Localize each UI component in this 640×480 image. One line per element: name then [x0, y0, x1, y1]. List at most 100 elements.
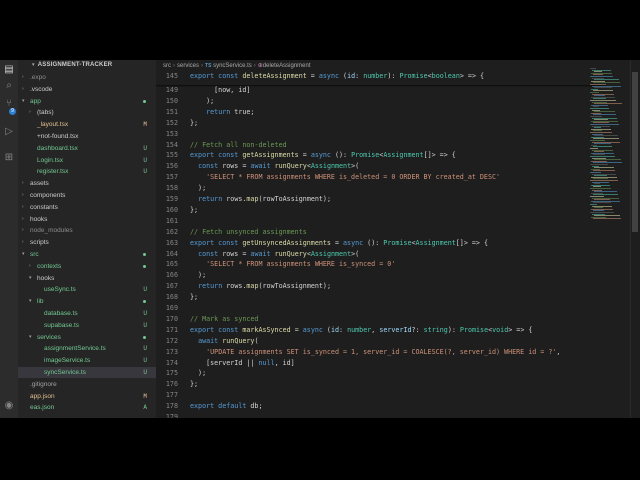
folder-item[interactable]: › .expo — [18, 72, 156, 83]
line-number: 176 — [165, 380, 178, 389]
file-item[interactable]: assignmentService.ts U — [18, 343, 156, 354]
code-line[interactable]: 152}; — [156, 118, 606, 129]
code-line[interactable]: 176}; — [156, 379, 606, 390]
run-debug-icon[interactable]: ▷ — [3, 126, 15, 138]
code-text: await runQuery( — [198, 336, 259, 345]
git-status-dot-icon — [143, 99, 146, 103]
code-line[interactable]: 170 // Mark as synced — [156, 314, 606, 325]
code-line[interactable]: 153 — [156, 129, 606, 140]
breadcrumb-part-src[interactable]: src — [163, 63, 171, 69]
file-item[interactable]: .gitignore — [18, 379, 156, 390]
code-line[interactable]: 162 // Fetch unsynced assignments — [156, 227, 606, 238]
search-icon[interactable]: ⌕ — [3, 80, 15, 92]
account-icon[interactable]: ◉ — [3, 400, 15, 412]
file-item[interactable]: eas.json A — [18, 402, 156, 413]
file-item[interactable]: +not-found.tsx — [18, 131, 156, 142]
folder-item[interactable]: › (tabs) — [18, 107, 156, 118]
chevron-right-icon: › — [253, 63, 256, 69]
tree-item-label: +not-found.tsx — [37, 133, 79, 140]
code-line[interactable]: 161 — [156, 216, 606, 227]
explorer-title[interactable]: ▾ ASSIGNMENT-TRACKER — [32, 62, 112, 68]
files-icon[interactable]: ▤ — [3, 64, 15, 76]
tree-item-label: useSync.ts — [44, 286, 76, 294]
file-item[interactable]: dashboard.tsx U — [18, 143, 156, 154]
breadcrumb-symbol[interactable]: deleteAssignment — [263, 63, 311, 69]
code-text: }; — [190, 205, 199, 214]
file-item[interactable]: register.tsx U — [18, 166, 156, 177]
file-item[interactable]: Login.tsx U — [18, 155, 156, 166]
sticky-scroll-shadow — [156, 85, 606, 87]
code-line[interactable]: 165 'SELECT * FROM assignments WHERE is_… — [156, 259, 606, 270]
code-line[interactable]: 169 — [156, 303, 606, 314]
source-control-badge: 9 — [9, 108, 16, 115]
code-line[interactable]: 178 export default db; — [156, 401, 606, 412]
tree-item-label: app — [30, 97, 41, 105]
code-line[interactable]: 151 return true; — [156, 107, 606, 118]
code-line[interactable]: 163 export const getUnsyncedAssignments =… — [156, 238, 606, 249]
file-item[interactable]: supabase.ts U — [18, 320, 156, 331]
chevron-right-icon: › — [173, 63, 175, 69]
vertical-scrollbar-thumb[interactable] — [632, 72, 638, 232]
folder-item[interactable]: ▾ src — [18, 249, 156, 260]
folder-item[interactable]: › contexts — [18, 261, 156, 272]
code-text: 'UPDATE assignments SET is_synced = 1, s… — [206, 347, 561, 356]
folder-item[interactable]: ▾ services — [18, 332, 156, 343]
sticky-scroll-line[interactable]: 145 export const deleteAssignment = async… — [156, 71, 606, 82]
line-number: 156 — [165, 162, 178, 171]
breadcrumb-file[interactable]: syncService.ts — [213, 63, 252, 69]
tree-item-label: scripts — [30, 239, 49, 247]
code-line[interactable]: 179 — [156, 412, 606, 418]
git-status-dot-icon — [143, 264, 146, 268]
code-line[interactable]: 150 ); — [156, 96, 606, 107]
tree-item-label: _layout.tsx — [37, 121, 69, 129]
folder-item[interactable]: ▾ app — [18, 96, 156, 107]
code-line[interactable]: 160}; — [156, 205, 606, 216]
minimap[interactable] — [590, 60, 630, 418]
line-number: 151 — [165, 107, 178, 116]
chevron-down-icon: ▾ — [32, 62, 35, 68]
folder-item[interactable]: › hooks — [18, 214, 156, 225]
code-text: // Fetch unsynced assignments — [190, 227, 307, 236]
code-line[interactable]: 173 'UPDATE assignments SET is_synced = … — [156, 347, 606, 358]
code-line[interactable]: 156 const rows = await runQuery<Assignme… — [156, 161, 606, 172]
code-line[interactable]: 171 export const markAsSynced = async (id… — [156, 325, 606, 336]
folder-item[interactable]: › scripts — [18, 237, 156, 248]
chevron-down-icon: ▾ — [22, 97, 25, 104]
extensions-icon[interactable]: ⊞ — [3, 152, 15, 164]
file-item[interactable]: database.ts U — [18, 308, 156, 319]
code-line[interactable]: 167 return rows.map(rowToAssignment); — [156, 281, 606, 292]
chevron-right-icon: › — [22, 227, 24, 234]
folder-item[interactable]: ▾ lib — [18, 296, 156, 307]
code-line[interactable]: 158 ); — [156, 183, 606, 194]
folder-item[interactable]: › .vscode — [18, 84, 156, 95]
chevron-right-icon: › — [22, 192, 24, 198]
folder-item[interactable]: › assets — [18, 178, 156, 189]
code-line[interactable]: 159 return rows.map(rowToAssignment); — [156, 194, 606, 205]
code-line[interactable]: 157 'SELECT * FROM assignments WHERE is_… — [156, 172, 606, 183]
folder-item[interactable]: › node_modules — [18, 225, 156, 236]
chevron-right-icon: › — [29, 262, 31, 269]
code-line[interactable]: 168}; — [156, 292, 606, 303]
tree-item-label: .expo — [30, 74, 46, 81]
code-line[interactable]: 172 await runQuery( — [156, 336, 606, 347]
tree-item-label: app.json — [30, 392, 55, 400]
code-line[interactable]: 155 export const getAssignments = async (… — [156, 150, 606, 161]
breadcrumb-part-services[interactable]: services — [177, 63, 199, 69]
folder-item[interactable]: ▾ hooks — [18, 273, 156, 284]
code-text: export const getUnsyncedAssignments = as… — [190, 238, 488, 247]
file-item[interactable]: app.json M — [18, 391, 156, 402]
folder-item[interactable]: › constants — [18, 202, 156, 213]
file-item[interactable]: useSync.ts U — [18, 284, 156, 295]
code-line[interactable]: 166 ); — [156, 270, 606, 281]
code-line[interactable]: 175 ); — [156, 368, 606, 379]
file-item[interactable]: _layout.tsx M — [18, 119, 156, 130]
code-text: export const markAsSynced = async (id: n… — [190, 325, 533, 334]
code-text: }; — [190, 293, 199, 302]
code-line[interactable]: 174 [serverId || null, id] — [156, 358, 606, 369]
code-line[interactable]: 154 // Fetch all non-deleted — [156, 140, 606, 151]
code-line[interactable]: 177 — [156, 390, 606, 401]
file-item[interactable]: imageService.ts U — [18, 355, 156, 366]
code-line[interactable]: 164 const rows = await runQuery<Assignme… — [156, 249, 606, 260]
file-item[interactable]: syncService.ts U — [18, 367, 156, 378]
folder-item[interactable]: › components — [18, 190, 156, 201]
